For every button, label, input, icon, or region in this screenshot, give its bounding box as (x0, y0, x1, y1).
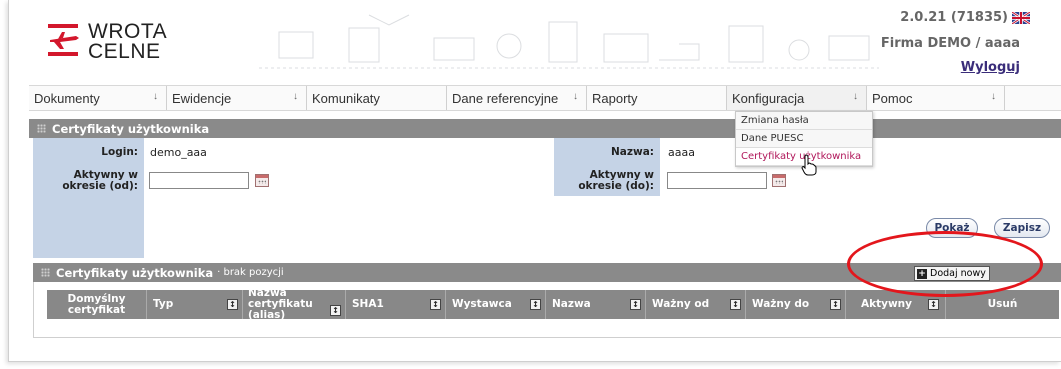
col-default-cert[interactable]: Domyślny certyfikat (47, 290, 147, 319)
sort-icon[interactable]: ↕ (928, 299, 939, 310)
menu-item-puesc-data[interactable]: Dane PUESC (736, 130, 872, 148)
from-label: Aktywny w okresie (od): (33, 166, 144, 258)
chevron-down-icon: ↓ (293, 91, 298, 102)
menu-item-change-password[interactable]: Zmiana hasła (736, 112, 872, 130)
save-button[interactable]: Zapisz (994, 218, 1050, 238)
col-valid-from[interactable]: Ważny od ↕ (646, 290, 746, 319)
airplane-gate-icon (46, 22, 82, 58)
header-illustration (259, 14, 879, 69)
nav-item-pomoc[interactable]: Pomoc ↓ (867, 86, 1005, 110)
nav-item-label: Pomoc (872, 90, 913, 106)
sort-icon[interactable]: ↕ (630, 299, 641, 310)
from-label-line-2: okresie (od): (62, 180, 138, 192)
sort-icon[interactable]: ↕ (430, 299, 441, 310)
col-label: Typ (153, 298, 174, 310)
nav-item-ewidencje[interactable]: Ewidencje ↓ (167, 86, 307, 110)
logo-text: WROTA CELNE (88, 20, 168, 63)
logo-line-1: WROTA (88, 20, 168, 43)
main-nav: Dokumenty ↓ Ewidencje ↓ Komunikaty Dane … (29, 85, 1061, 111)
chevron-down-icon: ↓ (853, 91, 858, 102)
version-text: 2.0.21 (71835) (900, 10, 1008, 25)
date-to-input[interactable] (667, 172, 767, 189)
col-label: Ważny od (652, 298, 710, 310)
nav-item-raporty[interactable]: Raporty (587, 86, 727, 110)
filter-form: Login: demo_aaa Aktywny w okresie (od): … (33, 138, 1061, 258)
logout-link[interactable]: Wyloguj (961, 60, 1020, 75)
col-label: SHA1 (352, 298, 384, 310)
col-issuer[interactable]: Wystawca ↕ (446, 290, 546, 319)
col-label: Wystawca (452, 298, 512, 310)
to-label: Aktywny w okresie (do): (554, 166, 660, 196)
col-label: Aktywny (861, 298, 912, 310)
sort-icon[interactable]: ↕ (730, 299, 741, 310)
hand-cursor-icon (801, 154, 817, 176)
calendar-icon[interactable] (772, 174, 786, 187)
name-value: aaaa (668, 146, 695, 159)
show-button[interactable]: Pokaż (926, 218, 978, 238)
nav-item-label: Komunikaty (312, 90, 380, 106)
add-new-button[interactable]: + Dodaj nowy (914, 266, 990, 281)
sort-icon[interactable]: ↕ (830, 299, 841, 310)
login-label: Login: (33, 138, 144, 166)
col-type[interactable]: Typ ↕ (147, 290, 243, 319)
list-title: Certyfikaty użytkownika (56, 265, 214, 280)
logo-line-2: CELNE (88, 40, 161, 63)
col-label: Ważny do (752, 298, 810, 310)
section-title: Certyfikaty użytkownika (52, 121, 210, 136)
col-cert-name[interactable]: Nazwa certyfikatu (alias) ↕ (243, 288, 346, 321)
col-label-2: certyfikat (67, 303, 126, 316)
plus-icon: + (917, 268, 927, 279)
sort-icon[interactable]: ↕ (330, 305, 341, 316)
section-header-form: Certyfikaty użytkownika (29, 119, 1061, 138)
col-valid-to[interactable]: Ważny do ↕ (746, 290, 846, 319)
uk-flag-icon[interactable] (1012, 11, 1030, 24)
nav-item-label: Dane referencyjne (452, 90, 559, 106)
col-sha1[interactable]: SHA1 ↕ (346, 290, 446, 319)
table-header: Domyślny certyfikat Typ ↕ Nazwa certyfika… (47, 288, 1059, 321)
col-label: Nazwa (552, 298, 591, 310)
nav-item-label: Dokumenty (34, 90, 100, 106)
col-label: Usuń (987, 298, 1018, 310)
version-info: 2.0.21 (71835) (900, 10, 1030, 25)
list-subtitle: · brak pozycji (217, 267, 284, 278)
name-label: Nazwa: (554, 138, 660, 166)
nav-item-label: Ewidencje (172, 90, 232, 106)
chevron-down-icon: ↓ (573, 91, 578, 102)
col-label: Domyślny (67, 292, 126, 305)
grip-icon (41, 268, 50, 277)
grip-icon (37, 124, 46, 133)
col-active[interactable]: Aktywny ↕ (846, 290, 946, 319)
nav-item-label: Konfiguracja (732, 90, 805, 106)
add-new-label: Dodaj nowy (930, 268, 986, 279)
nav-item-komunikaty[interactable]: Komunikaty (307, 86, 447, 110)
chevron-down-icon: ↓ (153, 91, 158, 102)
app-window: WROTA CELNE 2.0.21 (71835) Firma DEMO / … (8, 0, 1061, 362)
chevron-down-icon: ↓ (991, 91, 996, 102)
col-name[interactable]: Nazwa ↕ (546, 290, 646, 319)
nav-item-label: Raporty (592, 90, 638, 106)
sort-icon[interactable]: ↕ (227, 299, 238, 310)
login-value: demo_aaa (150, 146, 207, 159)
calendar-icon[interactable] (255, 174, 269, 187)
date-from-input[interactable] (149, 172, 249, 189)
nav-item-konfiguracja[interactable]: Konfiguracja ↓ (727, 86, 867, 110)
col-delete: Usuń (946, 290, 1059, 319)
to-label-line-2: okresie (do): (578, 180, 654, 192)
nav-item-dane-referencyjne[interactable]: Dane referencyjne ↓ (447, 86, 587, 110)
sort-icon[interactable]: ↕ (530, 299, 541, 310)
section-header-list: Certyfikaty użytkownika · brak pozycji (33, 263, 1061, 282)
nav-item-dokumenty[interactable]: Dokumenty ↓ (29, 86, 167, 110)
logo[interactable]: WROTA CELNE (46, 20, 168, 63)
firm-name: Firma DEMO / aaaa (880, 36, 1020, 51)
header: WROTA CELNE 2.0.21 (71835) Firma DEMO / … (9, 0, 1061, 82)
